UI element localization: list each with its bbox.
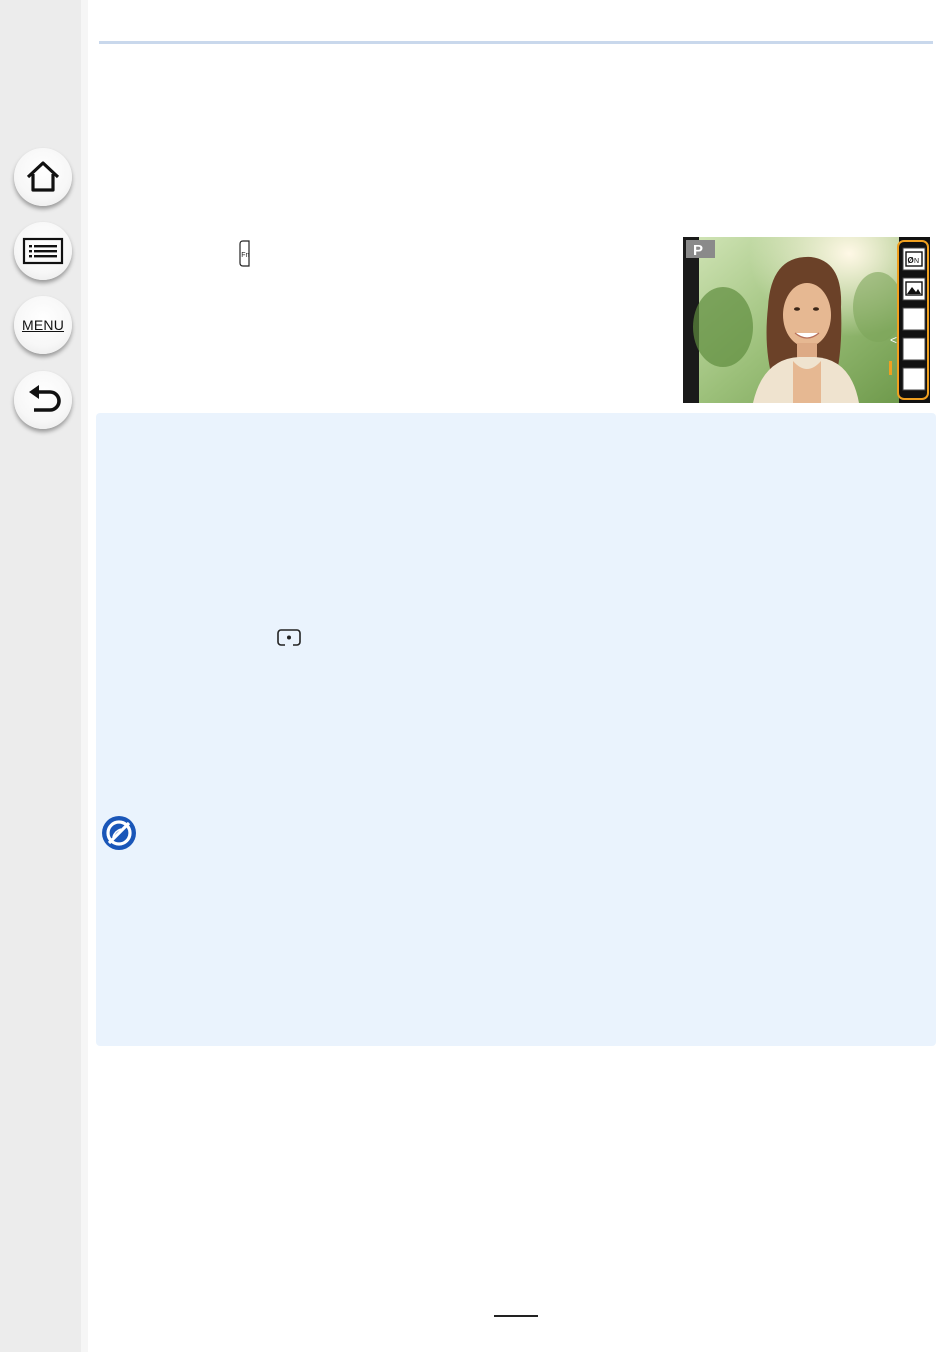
svg-text:Fn: Fn bbox=[241, 252, 249, 259]
menu-button[interactable]: MENU bbox=[14, 296, 72, 354]
blank-tab-3[interactable] bbox=[902, 367, 926, 391]
fn-button-icon: Fn bbox=[239, 240, 250, 267]
mode-label: P bbox=[693, 242, 703, 259]
page-number-rule bbox=[494, 1315, 538, 1317]
contents-button[interactable] bbox=[14, 222, 72, 280]
home-icon bbox=[26, 161, 60, 192]
back-button[interactable] bbox=[14, 371, 72, 429]
svg-text:<: < bbox=[890, 333, 897, 347]
not-available-icon bbox=[102, 816, 136, 850]
back-icon bbox=[29, 385, 61, 412]
picture-icon[interactable] bbox=[902, 277, 926, 301]
info-panel bbox=[96, 413, 936, 1046]
camera-preview: P < Ø N bbox=[683, 237, 930, 403]
svg-text:Ø: Ø bbox=[908, 256, 914, 265]
contents-list-icon bbox=[22, 237, 64, 265]
touch-ae-icon bbox=[277, 629, 301, 647]
home-button[interactable] bbox=[14, 148, 72, 206]
header-rule bbox=[99, 41, 933, 44]
filter-effect-icon[interactable]: Ø N bbox=[902, 247, 926, 271]
sidebar-edge bbox=[81, 0, 88, 1352]
svg-text:N: N bbox=[914, 258, 919, 265]
blank-tab-2[interactable] bbox=[902, 337, 926, 361]
blank-tab-1[interactable] bbox=[902, 307, 926, 331]
preview-image: P < Ø N bbox=[683, 237, 930, 403]
menu-icon: MENU bbox=[21, 317, 65, 333]
